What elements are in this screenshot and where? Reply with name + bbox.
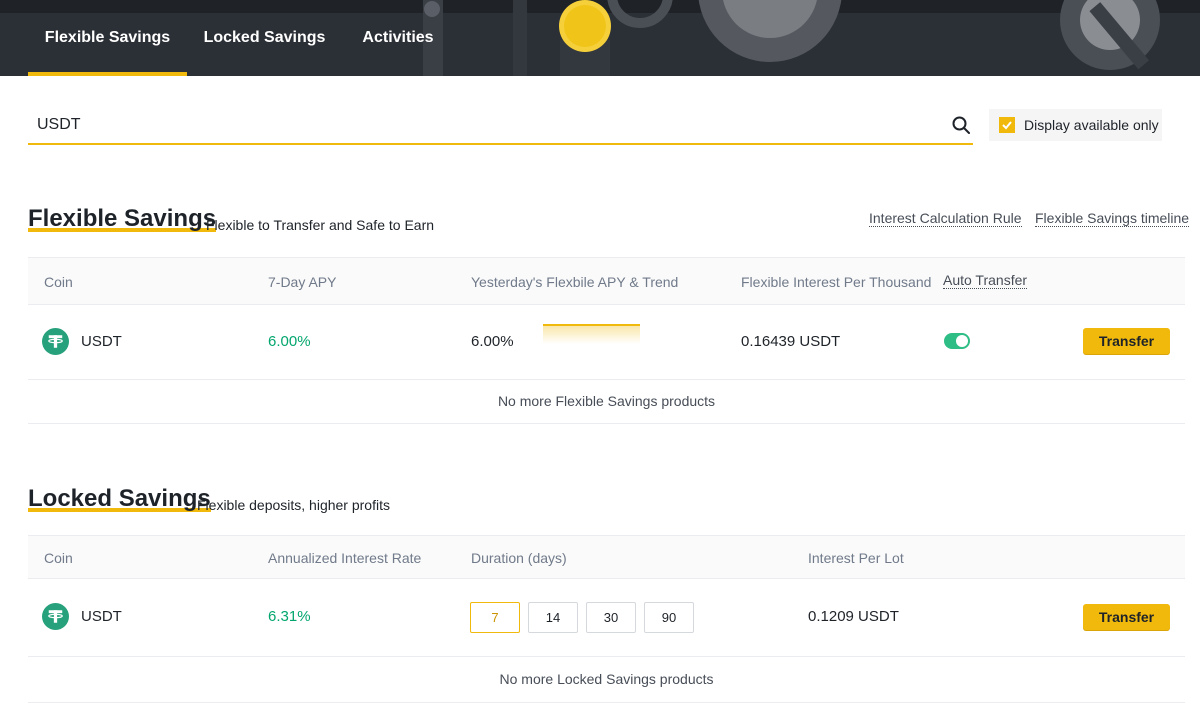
header-coin: Coin <box>44 274 73 290</box>
table-row: USDT 6.31% 7 14 30 90 0.1209 USDT Transf… <box>28 579 1185 657</box>
locked-table-header: Coin Annualized Interest Rate Duration (… <box>28 535 1185 579</box>
transfer-button[interactable]: Transfer <box>1083 328 1170 354</box>
tab-locked-savings[interactable]: Locked Savings <box>187 0 342 76</box>
search-bar <box>28 103 973 145</box>
transfer-button[interactable]: Transfer <box>1083 604 1170 630</box>
apy-trend-sparkline <box>543 324 640 344</box>
interest-per-thousand-value: 0.16439 USDT <box>741 333 841 350</box>
flexible-savings-title: Flexible Savings <box>28 205 217 233</box>
header-coin: Coin <box>44 550 73 566</box>
locked-savings-title-text: Locked Savings <box>28 485 211 512</box>
top-banner: Flexible Savings Locked Savings Activiti… <box>0 0 1200 76</box>
header-7day-apy: 7-Day APY <box>268 274 337 290</box>
coin-name: USDT <box>81 333 122 350</box>
yesterday-apy-value: 6.00% <box>471 333 514 350</box>
header-interest-per-thousand: Flexible Interest Per Thousand <box>741 274 932 290</box>
locked-no-more-products: No more Locked Savings products <box>28 657 1185 703</box>
coin-name: USDT <box>81 608 122 625</box>
flexible-savings-timeline-link[interactable]: Flexible Savings timeline <box>1035 210 1190 227</box>
flexible-table-header: Coin 7-Day APY Yesterday's Flexbile APY … <box>28 257 1185 305</box>
search-icon[interactable] <box>951 115 971 135</box>
locked-savings-title: Locked Savings <box>28 485 211 513</box>
checkbox[interactable] <box>999 117 1015 133</box>
flexible-no-more-products: No more Flexible Savings products <box>28 380 1185 424</box>
duration-option-90[interactable]: 90 <box>644 602 694 633</box>
auto-transfer-toggle[interactable] <box>944 333 970 349</box>
duration-option-30[interactable]: 30 <box>586 602 636 633</box>
apy-7day-value: 6.00% <box>268 333 311 350</box>
header-yesterday-apy-trend: Yesterday's Flexbile APY & Trend <box>471 274 679 290</box>
locked-savings-subtitle: Flexible deposits, higher profits <box>197 497 390 513</box>
tether-icon <box>42 603 69 630</box>
duration-option-7[interactable]: 7 <box>470 602 520 633</box>
header-auto-transfer[interactable]: Auto Transfer <box>943 272 1028 289</box>
header-annualized-interest-rate: Annualized Interest Rate <box>268 550 422 566</box>
tab-activities[interactable]: Activities <box>342 0 454 76</box>
flexible-savings-subtitle: Flexible to Transfer and Safe to Earn <box>206 217 435 233</box>
flexible-savings-title-text: Flexible Savings <box>28 205 217 232</box>
interest-per-lot-value: 0.1209 USDT <box>808 608 899 625</box>
tab-bar: Flexible Savings Locked Savings Activiti… <box>28 0 454 76</box>
tab-flexible-savings[interactable]: Flexible Savings <box>28 0 187 76</box>
checkmark-icon <box>1002 121 1012 130</box>
duration-option-14[interactable]: 14 <box>528 602 578 633</box>
interest-calculation-rule-link[interactable]: Interest Calculation Rule <box>869 210 1022 227</box>
search-input[interactable] <box>37 113 917 137</box>
header-interest-per-lot: Interest Per Lot <box>808 550 904 566</box>
header-duration: Duration (days) <box>471 550 567 566</box>
display-available-only-label: Display available only <box>1024 117 1159 133</box>
tether-icon <box>42 328 69 355</box>
display-available-only-toggle[interactable]: Display available only <box>989 109 1162 141</box>
table-row: USDT 6.00% 6.00% 0.16439 USDT Transfer <box>28 305 1185 380</box>
annualized-rate-value: 6.31% <box>268 608 311 625</box>
